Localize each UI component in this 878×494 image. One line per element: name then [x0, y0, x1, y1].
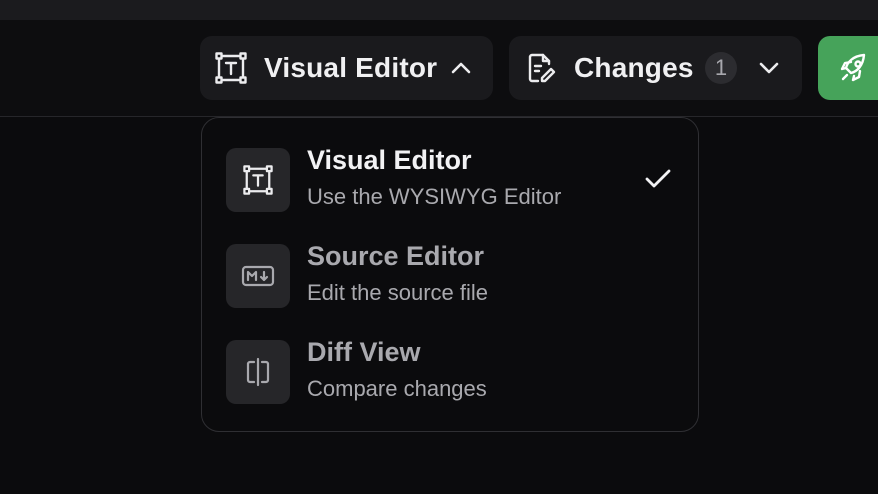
editor-mode-label: Visual Editor [264, 52, 438, 83]
changes-button[interactable]: Changes 1 [509, 36, 802, 100]
menu-item-title: Source Editor [307, 241, 485, 271]
split-view-icon [226, 340, 290, 404]
text-frame-icon [226, 148, 290, 212]
checkmark-icon [644, 167, 672, 196]
rocket-icon [838, 52, 870, 84]
menu-item-source-editor[interactable]: Source Editor Edit the source file [226, 241, 686, 308]
markdown-icon [226, 244, 290, 308]
document-edit-icon [525, 52, 557, 84]
editor-mode-button[interactable]: Visual Editor [200, 36, 493, 100]
changes-label: Changes [574, 52, 694, 83]
chevron-down-icon [757, 56, 781, 85]
menu-item-description: Edit the source file [307, 280, 488, 305]
menu-item-diff-view[interactable]: Diff View Compare changes [226, 337, 686, 404]
editor-mode-menu: Visual Editor Use the WYSIWYG Editor Sou… [201, 117, 699, 432]
menu-item-title: Diff View [307, 337, 421, 367]
publish-button[interactable] [818, 36, 878, 100]
menu-item-description: Compare changes [307, 376, 487, 401]
chevron-up-icon [449, 56, 473, 85]
menu-item-visual-editor[interactable]: Visual Editor Use the WYSIWYG Editor [226, 145, 686, 212]
top-strip [0, 0, 878, 20]
changes-count-badge: 1 [705, 52, 737, 84]
menu-item-title: Visual Editor [307, 145, 472, 175]
menu-item-description: Use the WYSIWYG Editor [307, 184, 562, 209]
text-frame-icon [215, 52, 247, 84]
